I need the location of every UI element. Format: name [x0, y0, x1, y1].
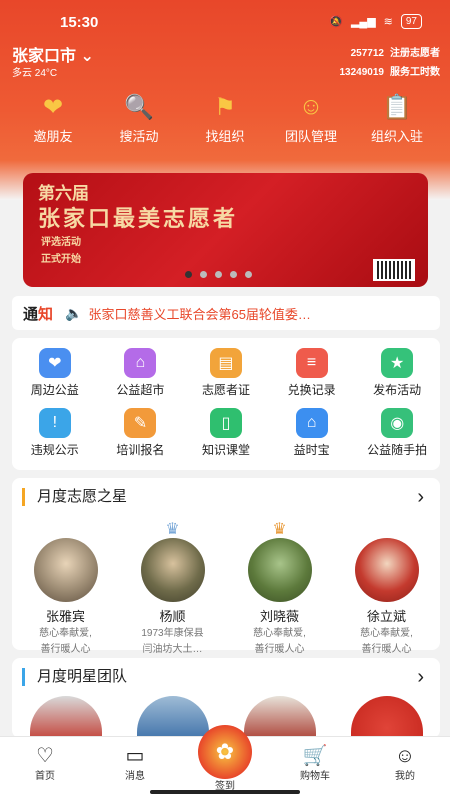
crown-icon [21, 522, 111, 538]
service-snapshot[interactable]: ◉ 公益随手拍 [354, 406, 440, 466]
card-title: 月度明星团队 [22, 668, 127, 686]
pagination-dot[interactable] [215, 271, 222, 278]
quick-actions: ❤ 邀朋友 🔍 搜活动 ⚑ 找组织 ☺ 团队管理 📋 组织入驻 [0, 92, 450, 145]
card-title: 月度志愿之星 [22, 488, 127, 506]
crown-icon [342, 522, 432, 538]
team-image[interactable] [350, 696, 423, 738]
service-publish[interactable]: ★ 发布活动 [354, 346, 440, 406]
team-image[interactable] [136, 696, 209, 738]
stats-panel: 257712 注册志愿者 13249019 服务工时数 [340, 44, 441, 82]
chevron-down-icon: ⌄ [80, 48, 94, 65]
status-icons: 🔕 ▂▄▆ ≋ 97 [329, 14, 422, 29]
crown-icon: ♛ [165, 521, 180, 538]
notice-text: 张家口慈善义工联合会第65届轮值委… [88, 306, 311, 322]
avatar [354, 538, 419, 602]
clipboard-icon: 📋 [382, 93, 412, 121]
heart-icon: ♡ [36, 745, 54, 767]
notice-tag: 通知 [23, 305, 54, 323]
edit-icon: ✎ [124, 408, 157, 438]
message-icon: ▭ [125, 745, 145, 767]
status-bar: 15:30 🔕 ▂▄▆ ≋ 97 [0, 10, 450, 36]
qr-code-icon [373, 259, 415, 281]
avatar [140, 538, 205, 602]
star-item[interactable]: 张雅宾 慈心奉献爱, 善行暖人心 [21, 522, 111, 657]
star-item[interactable]: ♛ 刘晓薇 慈心奉献爱, 善行暖人心 [235, 522, 325, 657]
city-selector[interactable]: 张家口市 ⌄ [12, 42, 94, 66]
weather-text: 多云 24°C [12, 68, 58, 79]
invite-icon: ❤ [42, 93, 64, 121]
banner-pagination [185, 271, 252, 278]
mute-icon: 🔕 [329, 16, 343, 28]
pagination-dot[interactable] [185, 271, 192, 278]
crown-icon: ♛ [272, 521, 287, 538]
pagination-dot[interactable] [230, 271, 237, 278]
star-item[interactable]: 徐立斌 慈心奉献爱, 善行暖人心 [342, 522, 432, 657]
service-yishibao[interactable]: ⌂ 益时宝 [269, 406, 355, 466]
service-certificate[interactable]: ▤ 志愿者证 [183, 346, 269, 406]
quick-team-manage[interactable]: ☺ 团队管理 [272, 92, 350, 145]
quick-search[interactable]: 🔍 搜活动 [100, 92, 178, 145]
team-image[interactable] [243, 696, 316, 738]
status-time: 15:30 [60, 14, 99, 31]
service-violation[interactable]: ! 违规公示 [12, 406, 98, 466]
tab-cart[interactable]: 🛒 购物车 [285, 745, 345, 782]
chevron-right-icon[interactable]: › [417, 486, 424, 509]
search-icon: 🔍 [124, 93, 154, 121]
stat-volunteers: 257712 注册志愿者 [350, 48, 440, 59]
service-training[interactable]: ✎ 培训报名 [98, 406, 184, 466]
tab-mine[interactable]: ☺ 我的 [375, 745, 435, 782]
chevron-right-icon[interactable]: › [417, 666, 424, 689]
cart-icon: 🛒 [302, 745, 328, 767]
pagination-dot[interactable] [245, 271, 252, 278]
camera-icon: ◉ [381, 408, 414, 438]
wifi-icon: ≋ [383, 16, 393, 28]
pagination-dot[interactable] [200, 271, 207, 278]
service-market[interactable]: ⌂ 公益超市 [98, 346, 184, 406]
alert-icon: ! [38, 408, 71, 438]
checkin-button[interactable]: ✿ [198, 725, 252, 779]
book-icon: ▯ [209, 408, 242, 438]
quick-org-join[interactable]: 📋 组织入驻 [358, 92, 436, 145]
star-item[interactable]: ♛ 杨顺 1973年康保县 闫油坊大土… [128, 522, 218, 657]
shop-icon: ⌂ [124, 348, 157, 378]
signal-icon: ▂▄▆ [350, 16, 376, 28]
service-nearby[interactable]: ❤ 周边公益 [12, 346, 98, 406]
monthly-stars-card: 月度志愿之星 › 张雅宾 慈心奉献爱, 善行暖人心 ♛ 杨顺 1973年康保县 … [12, 478, 440, 655]
heart-hand-icon: ❤ [38, 348, 71, 378]
quick-find-org[interactable]: ⚑ 找组织 [186, 92, 264, 145]
user-icon: ☺ [394, 745, 416, 767]
stat-hours: 13249019 服务工时数 [339, 67, 441, 78]
team-image[interactable] [29, 696, 102, 738]
avatar [33, 538, 98, 602]
battery-icon: 97 [400, 14, 422, 29]
speaker-icon: 🔈 [65, 304, 83, 321]
bank-icon: ⌂ [295, 408, 328, 438]
tab-message[interactable]: ▭ 消息 [105, 745, 165, 782]
service-exchange[interactable]: ≡ 兑换记录 [269, 346, 355, 406]
tab-home[interactable]: ♡ 首页 [15, 745, 75, 782]
promo-banner[interactable]: 第六届 张家口最美志愿者 评选活动 正式开始 [23, 173, 428, 287]
service-knowledge[interactable]: ▯ 知识课堂 [183, 406, 269, 466]
star-icon: ★ [381, 348, 414, 378]
stars-list: 张雅宾 慈心奉献爱, 善行暖人心 ♛ 杨顺 1973年康保县 闫油坊大土… ♛ … [12, 522, 440, 657]
service-grid: ❤ 周边公益 ⌂ 公益超市 ▤ 志愿者证 ≡ 兑换记录 ★ 发布活动 ! 违规公示 ✎ 培训报… [12, 338, 440, 470]
receipt-icon: ≡ [295, 348, 328, 378]
notice-bar[interactable]: 通知 🔈 张家口慈善义工联合会第65届轮值委… [12, 296, 440, 330]
checkin-logo-icon: ✿ [215, 739, 235, 764]
quick-invite[interactable]: ❤ 邀朋友 [14, 92, 92, 145]
home-indicator [150, 790, 300, 794]
city-name: 张家口市 [12, 48, 77, 65]
flag-icon: ⚑ [214, 93, 236, 121]
avatar [247, 538, 312, 602]
team-icon: ☺ [298, 93, 324, 120]
id-card-icon: ▤ [209, 348, 242, 378]
